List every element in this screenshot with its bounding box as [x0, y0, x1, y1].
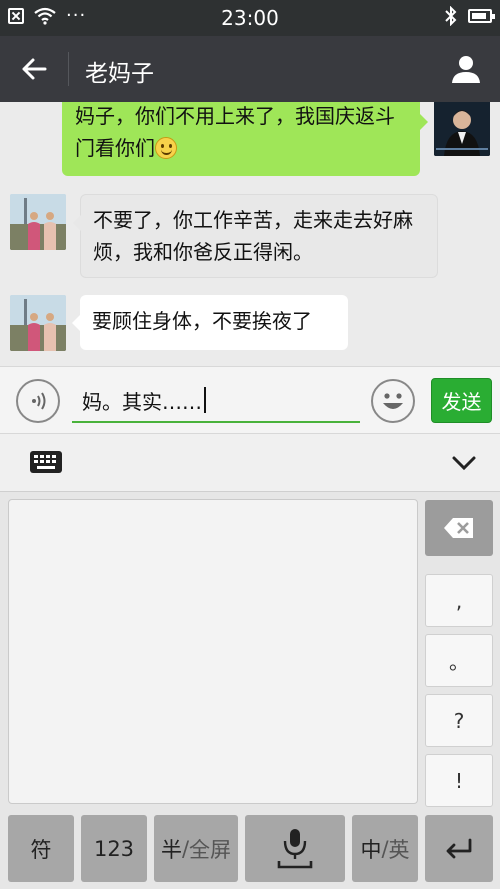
chevron-down-icon	[452, 456, 476, 471]
status-time: 23:00	[221, 6, 279, 30]
message-input-value: 妈。其实……	[82, 389, 202, 414]
microphone-icon	[277, 828, 313, 868]
slash-label: /	[381, 836, 389, 861]
enter-key[interactable]	[425, 815, 493, 882]
avatar-self[interactable]	[434, 102, 490, 156]
message-input-bar: 妈。其实…… 发送	[0, 366, 500, 434]
emoji-button[interactable]	[371, 379, 415, 423]
emoji-face-icon	[383, 393, 403, 409]
person-icon	[452, 56, 480, 83]
avatar-contact[interactable]	[10, 194, 66, 250]
battery-icon	[468, 9, 495, 23]
page-title: 老妈子	[85, 61, 154, 87]
period-key[interactable]: 。	[425, 634, 493, 687]
message-bubble-outgoing[interactable]: 妈子，你们不用上来了，我国庆返斗门看你们	[62, 102, 428, 176]
slash-label: /	[181, 836, 190, 861]
symbols-key[interactable]: 符	[8, 815, 74, 882]
voice-icon	[32, 392, 46, 410]
half-full-width-key[interactable]: 半 / 全屏	[154, 815, 238, 882]
numbers-key[interactable]: 123	[81, 815, 147, 882]
chinese-label: 中	[360, 837, 382, 862]
send-button[interactable]: 发送	[431, 378, 492, 423]
backspace-icon	[444, 518, 473, 538]
chat-message-list[interactable]: 妈子，你们不用上来了，我国庆返斗门看你们 不要了，你工作辛苦，走来走去好麻烦，我…	[0, 102, 500, 366]
status-bar: ··· 23:00	[0, 0, 500, 36]
smiley-icon	[155, 137, 177, 159]
message-bubble-incoming[interactable]: 不要了，你工作辛苦，走来走去好麻烦，我和你爸反正得闲。	[73, 194, 438, 278]
collapse-keyboard-button[interactable]	[450, 450, 478, 474]
question-key[interactable]: ?	[425, 694, 493, 747]
message-input[interactable]: 妈。其实……	[72, 379, 360, 423]
avatar-contact[interactable]	[10, 295, 66, 351]
half-width-label: 半	[160, 837, 182, 862]
comma-key[interactable]: ,	[425, 574, 493, 627]
keyboard-toolbar	[0, 434, 500, 492]
message-text: 妈子，你们不用上来了，我国庆返斗门看你们	[75, 104, 395, 160]
keyboard-switch-icon[interactable]	[30, 451, 62, 473]
full-screen-label: 全屏	[189, 837, 232, 862]
english-label: 英	[388, 837, 410, 862]
text-cursor	[204, 387, 206, 413]
enter-arrow-icon	[446, 838, 472, 858]
exclamation-key[interactable]: !	[425, 754, 493, 807]
back-arrow-icon	[22, 58, 47, 80]
chat-header: 老妈子	[0, 36, 500, 102]
language-switch-key[interactable]: 中 / 英	[352, 815, 418, 882]
voice-space-key[interactable]	[245, 815, 345, 882]
back-button[interactable]	[14, 50, 54, 88]
contact-info-button[interactable]	[446, 50, 486, 88]
bluetooth-icon	[445, 6, 457, 26]
header-divider	[68, 52, 69, 86]
handwriting-keyboard: , 。 ? ! 符 123 半 / 全屏 中 / 英	[0, 492, 500, 889]
voice-input-button[interactable]	[16, 379, 60, 423]
delete-key[interactable]	[425, 500, 493, 556]
message-bubble-incoming[interactable]: 要顾住身体，不要挨夜了	[72, 295, 348, 350]
handwriting-pad[interactable]	[8, 499, 418, 804]
